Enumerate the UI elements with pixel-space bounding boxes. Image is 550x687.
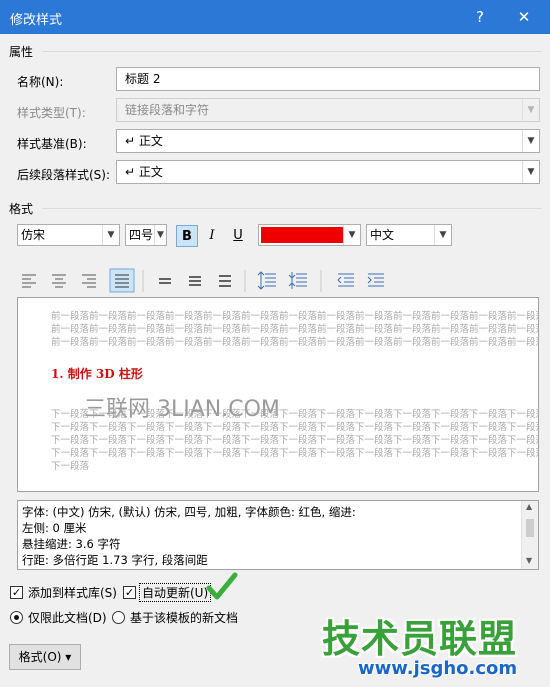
chevron-down-icon[interactable]: ▼ [434, 225, 451, 245]
based-on-value: ↵ 正文 [125, 134, 163, 148]
next-style-select[interactable]: ↵ 正文 ▼ [116, 160, 540, 184]
style-type-value: 链接段落和字符 [125, 103, 210, 117]
underline-button[interactable]: U [227, 225, 249, 247]
scroll-up-icon[interactable]: ▲ [526, 502, 532, 511]
format-group-label: 格式 [9, 202, 34, 216]
decrease-indent-icon[interactable] [337, 273, 354, 287]
bold-button[interactable]: B [176, 225, 198, 247]
add-to-gallery-label[interactable]: 添加到样式库(S) [28, 584, 117, 601]
chevron-down-icon[interactable]: ▼ [522, 130, 539, 152]
italic-button[interactable]: I [201, 225, 223, 247]
description-line: 悬挂缩进: 3.6 字符 [22, 537, 121, 551]
font-color-select[interactable]: ▼ [258, 224, 361, 246]
name-label: 名称(N): [17, 75, 64, 89]
chevron-down-icon[interactable]: ▼ [343, 225, 360, 245]
new-docs-template-radio[interactable] [112, 611, 125, 624]
size-value: 四号 [129, 228, 154, 242]
next-style-value: ↵ 正文 [125, 165, 163, 179]
preview-text-line: 前一段落前一段落前一段落前一段落前一段落前一段落前一段落前一段落前一段落前一段落… [51, 311, 538, 322]
description-line: 左侧: 0 厘米 [22, 521, 87, 535]
watermark-url-text: www.jsgho.com [358, 658, 518, 679]
chevron-down-icon[interactable]: ▼ [102, 225, 119, 245]
preview-text-line: 前一段落前一段落前一段落前一段落前一段落前一段落前一段落前一段落前一段落前一段落… [51, 337, 538, 348]
paragraph-toolbar [22, 268, 384, 293]
preview-text-line: 下一段落下一段落下一段落下一段落下一段落下一段落下一段落下一段落下一段落下一段落… [51, 422, 538, 433]
font-select[interactable]: 仿宋 ▼ [17, 224, 120, 246]
align-center-icon[interactable] [52, 274, 66, 288]
auto-update-checkbox[interactable]: ✓ [123, 586, 136, 599]
format-button[interactable]: 格式(O) ▾ [9, 644, 81, 670]
description-scrollbar[interactable]: ▲ ▼ [521, 501, 538, 569]
preview-text-line: 前一段落前一段落前一段落前一段落前一段落前一段落前一段落前一段落前一段落前一段落… [51, 324, 538, 335]
script-select[interactable]: 中文 ▼ [366, 224, 452, 246]
align-left-icon[interactable] [22, 274, 36, 288]
description-line: 字体: (中文) 仿宋, (默认) 仿宋, 四号, 加粗, 字体颜色: 红色, … [22, 505, 356, 519]
preview-pane: 前一段落前一段落前一段落前一段落前一段落前一段落前一段落前一段落前一段落前一段落… [17, 297, 539, 492]
help-button[interactable]: ? [465, 4, 495, 30]
preview-after-text: 下一段落下一段落下一段落下一段落下一段落下一段落下一段落下一段落下一段落下一段落… [51, 408, 538, 473]
chevron-down-icon[interactable]: ▼ [154, 225, 166, 245]
title-bar: 修改样式 ? ✕ [0, 0, 550, 34]
based-on-select[interactable]: ↵ 正文 ▼ [116, 129, 540, 153]
this-doc-only-radio[interactable] [10, 611, 23, 624]
preview-text-line: 下一段落下一段落下一段落下一段落下一段落下一段落下一段落下一段落下一段落下一段落… [51, 448, 538, 459]
single-spacing-icon[interactable] [159, 278, 171, 284]
description-line: 行距: 多倍行距 1.73 字行, 段落间距 [22, 553, 208, 567]
name-input[interactable]: 标题 2 [116, 67, 540, 91]
preview-text-line: 下一段落 [51, 461, 90, 472]
preview-before-text: 前一段落前一段落前一段落前一段落前一段落前一段落前一段落前一段落前一段落前一段落… [51, 310, 538, 349]
scrollbar-thumb[interactable] [526, 519, 534, 537]
script-value: 中文 [370, 228, 395, 242]
add-to-gallery-checkbox[interactable]: ✓ [10, 586, 23, 599]
one-half-spacing-icon[interactable] [189, 276, 201, 286]
preview-text-line: 下一段落下一段落下一段落下一段落下一段落下一段落下一段落下一段落下一段落下一段落… [51, 435, 538, 446]
space-after-icon[interactable] [288, 272, 307, 289]
align-right-icon[interactable] [82, 274, 96, 288]
font-value: 仿宋 [21, 228, 46, 242]
new-docs-template-label[interactable]: 基于该模板的新文档 [130, 609, 238, 626]
preview-sample-heading: 1. 制作 3D 柱形 [51, 367, 143, 381]
green-check-icon [206, 572, 238, 600]
chevron-down-icon: ▼ [522, 99, 539, 121]
preview-text-line: 下一段落下一段落下一段落下一段落下一段落下一段落下一段落下一段落下一段落下一段落… [51, 409, 538, 420]
next-style-label: 后续段落样式(S): [17, 168, 111, 182]
double-spacing-icon[interactable] [219, 275, 231, 287]
watermark-main-text: 技术员联盟 [322, 617, 518, 661]
style-description: 字体: (中文) 仿宋, (默认) 仿宋, 四号, 加粗, 字体颜色: 红色, … [17, 500, 539, 570]
scroll-down-icon[interactable]: ▼ [526, 556, 532, 565]
space-before-icon[interactable] [257, 271, 276, 290]
format-divider [42, 208, 542, 209]
auto-update-label[interactable]: 自动更新(U) [139, 583, 212, 602]
close-button[interactable]: ✕ [509, 4, 539, 30]
properties-divider [42, 51, 542, 52]
justify-icon[interactable] [109, 268, 135, 293]
this-doc-only-label[interactable]: 仅限此文档(D) [28, 609, 107, 626]
size-select[interactable]: 四号 ▼ [125, 224, 167, 246]
chevron-down-icon[interactable]: ▼ [522, 161, 539, 183]
properties-group-label: 属性 [9, 45, 34, 59]
watermark-jsgho: 技术员联盟 www.jsgho.com [318, 608, 550, 687]
increase-indent-icon[interactable] [367, 273, 384, 287]
font-color-swatch [261, 227, 343, 243]
window-title: 修改样式 [10, 13, 63, 28]
based-on-label: 样式基准(B): [17, 137, 87, 151]
style-type-select: 链接段落和字符 ▼ [116, 98, 540, 122]
style-type-label: 样式类型(T): [17, 106, 86, 120]
